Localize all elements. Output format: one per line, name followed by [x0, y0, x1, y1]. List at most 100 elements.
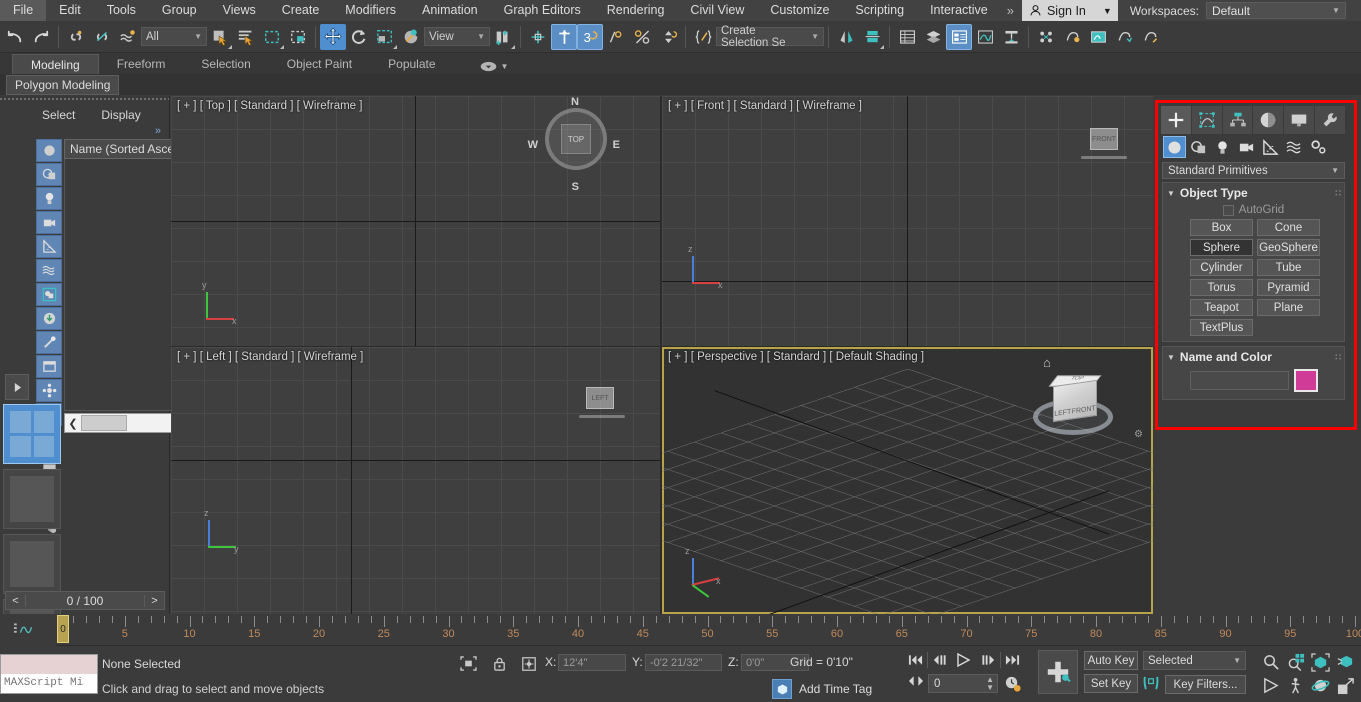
layout-thumbnail-single-2[interactable] — [3, 534, 61, 594]
autogrid-checkbox[interactable] — [1222, 204, 1234, 216]
viewport-front[interactable]: [ + ] [ Front ] [ Standard ] [ Wireframe… — [662, 96, 1153, 346]
percent-snap-toggle-icon[interactable] — [603, 24, 629, 50]
viewport-label-perspective[interactable]: [ + ] [ Perspective ] [ Standard ] [ Def… — [668, 351, 924, 363]
zoom-icon[interactable] — [1258, 650, 1283, 674]
autogrid-row[interactable]: AutoGrid — [1167, 204, 1340, 216]
render-production-icon[interactable] — [1111, 24, 1137, 50]
menu-item-interactive[interactable]: Interactive — [917, 0, 1001, 21]
cylinder-button[interactable]: Cylinder — [1190, 259, 1253, 276]
frame-next-button[interactable]: > — [144, 594, 164, 607]
go-to-end-icon[interactable] — [1002, 650, 1023, 670]
hierarchy-tab[interactable] — [1222, 106, 1254, 134]
zoom-all-icon[interactable] — [1283, 650, 1308, 674]
pyramid-button[interactable]: Pyramid — [1257, 279, 1320, 296]
percent-snap-icon[interactable] — [629, 24, 655, 50]
snaps-toggle-icon[interactable] — [551, 23, 577, 50]
selection-lock-icon[interactable] — [492, 656, 507, 671]
use-center-icon[interactable] — [525, 24, 551, 50]
compass-widget[interactable]: TOP — [545, 108, 607, 170]
modify-tab[interactable] — [1191, 106, 1223, 134]
mirror-icon[interactable] — [833, 24, 859, 50]
horizontal-scrollbar[interactable]: ❮ ❯ — [64, 413, 189, 433]
menu-item-file[interactable]: File — [0, 0, 47, 21]
key-step-toggle-icon[interactable] — [908, 675, 924, 687]
angle-snap-toggle-icon[interactable]: 3 — [577, 23, 603, 50]
scrollbar-thumb[interactable] — [81, 415, 127, 431]
object-type-header[interactable]: ▼ Object Type ∷ — [1167, 186, 1341, 200]
viewcube-face-front[interactable]: FRONT — [1072, 405, 1096, 415]
spinner-snap-icon[interactable] — [655, 24, 681, 50]
time-slider-handle[interactable]: 0 — [57, 615, 69, 643]
space-warps-category-button[interactable] — [1283, 136, 1306, 158]
orbit-icon[interactable] — [1308, 674, 1333, 698]
cone-button[interactable]: Cone — [1257, 219, 1320, 236]
scene-explorer-icon[interactable] — [946, 23, 972, 50]
utilities-tab[interactable] — [1315, 106, 1346, 134]
window-crossing-icon[interactable] — [285, 24, 311, 50]
viewcube-front[interactable]: FRONT — [1090, 128, 1118, 150]
key-mode-toggle-icon[interactable] — [1142, 675, 1160, 692]
object-color-swatch[interactable] — [1294, 369, 1318, 392]
lights-filter-icon[interactable] — [36, 187, 62, 210]
menu-item-modifiers[interactable]: Modifiers — [332, 0, 409, 21]
bind-space-warp-icon[interactable] — [115, 24, 141, 50]
align-icon[interactable] — [859, 24, 885, 50]
add-time-tag-control[interactable]: Add Time Tag — [772, 679, 872, 699]
select-place-icon[interactable] — [398, 24, 424, 50]
auto-key-button[interactable]: Auto Key — [1084, 651, 1138, 670]
layer-explorer-icon[interactable] — [894, 24, 920, 50]
layer-manager-icon[interactable] — [920, 24, 946, 50]
track-bar-icon[interactable] — [14, 622, 38, 636]
walk-through-icon[interactable] — [1283, 674, 1308, 698]
isolate-selection-icon[interactable] — [460, 656, 477, 671]
field-of-view-icon[interactable] — [1258, 674, 1283, 698]
maxscript-output-pane[interactable] — [1, 655, 97, 674]
name-and-color-header[interactable]: ▼ Name and Color ∷ — [1167, 350, 1341, 364]
ribbon-tab-modeling[interactable]: Modeling — [12, 54, 99, 74]
home-icon[interactable]: ⌂ — [1043, 355, 1051, 370]
object-list[interactable] — [64, 159, 189, 411]
set-key-button[interactable] — [1038, 650, 1078, 694]
particles-filter-icon[interactable] — [36, 379, 62, 402]
x-coord-field[interactable]: 12'4" — [558, 654, 626, 671]
reference-coordinate-dropdown[interactable]: View ▼ — [424, 27, 490, 46]
maxscript-mini-listener[interactable]: MAXScript Mi — [0, 654, 98, 694]
display-tab[interactable] — [1284, 106, 1316, 134]
zoom-region-icon[interactable] — [1333, 650, 1358, 674]
menu-item-animation[interactable]: Animation — [409, 0, 491, 21]
viewcube[interactable]: ⌂ TOP LEFT FRONT — [1033, 355, 1113, 441]
maxscript-input-pane[interactable]: MAXScript Mi — [1, 674, 97, 693]
key-filter-mode-dropdown[interactable]: Selected ▼ — [1143, 651, 1246, 670]
key-filters-button[interactable]: Key Filters... — [1165, 675, 1246, 694]
textplus-button[interactable]: TextPlus — [1190, 319, 1253, 336]
menu-item-customize[interactable]: Customize — [757, 0, 842, 21]
cameras-filter-icon[interactable] — [36, 211, 62, 234]
cameras-category-button[interactable] — [1235, 136, 1258, 158]
rectangular-region-icon[interactable] — [259, 24, 285, 50]
helpers-filter-icon[interactable] — [36, 235, 62, 258]
select-object-icon[interactable] — [207, 24, 233, 50]
ribbon-options-dropdown[interactable]: ▼ — [480, 61, 508, 74]
selection-filter-dropdown[interactable]: All ▼ — [141, 27, 207, 46]
lights-category-button[interactable] — [1211, 136, 1234, 158]
menu-item-create[interactable]: Create — [269, 0, 333, 21]
sphere-button[interactable]: Sphere — [1190, 239, 1253, 256]
menu-overflow-chevron[interactable]: » — [1001, 3, 1020, 18]
menu-item-views[interactable]: Views — [210, 0, 269, 21]
absolute-mode-icon[interactable] — [521, 656, 537, 672]
menu-item-group[interactable]: Group — [149, 0, 210, 21]
viewport-top[interactable]: [ + ] [ Top ] [ Standard ] [ Wireframe ]… — [171, 96, 660, 346]
layout-thumbnail-single-1[interactable] — [3, 469, 61, 529]
viewport-label-top[interactable]: [ + ] [ Top ] [ Standard ] [ Wireframe ] — [177, 100, 362, 112]
shapes-category-button[interactable] — [1187, 136, 1210, 158]
torus-button[interactable]: Torus — [1190, 279, 1253, 296]
ribbon-tab-freeform[interactable]: Freeform — [99, 54, 184, 74]
menu-item-civil-view[interactable]: Civil View — [677, 0, 757, 21]
use-pivot-point-center-icon[interactable] — [490, 24, 516, 50]
unlink-icon[interactable] — [89, 24, 115, 50]
geosphere-button[interactable]: GeoSphere — [1257, 239, 1320, 256]
select-link-icon[interactable] — [63, 24, 89, 50]
create-tab[interactable] — [1161, 106, 1192, 134]
scene-explorer-overflow-chevron[interactable]: » — [0, 125, 169, 139]
menu-item-rendering[interactable]: Rendering — [594, 0, 678, 21]
